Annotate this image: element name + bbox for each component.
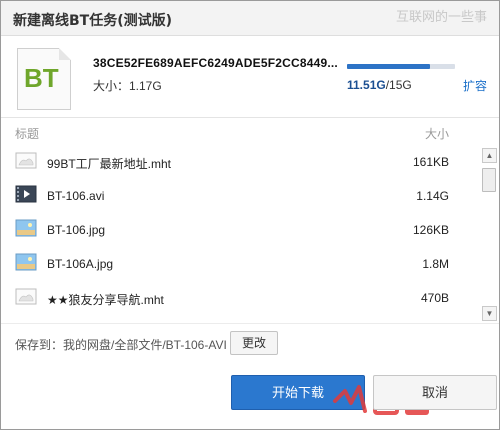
torrent-size: 大小：1.17G bbox=[93, 79, 162, 93]
file-row[interactable]: ★★狼友分享导航.mht 470B bbox=[7, 280, 479, 312]
scroll-down-arrow-icon[interactable]: ▼ bbox=[482, 306, 497, 321]
image-file-icon bbox=[15, 219, 37, 237]
file-name: BT-106.jpg bbox=[47, 223, 106, 237]
file-name: BT-106A.jpg bbox=[47, 257, 114, 271]
quota-text: 11.51G/15G bbox=[347, 78, 412, 92]
video-file-icon bbox=[15, 185, 37, 203]
file-row[interactable]: BT-106.jpg 126KB bbox=[7, 212, 479, 246]
quota-used: 11.51G bbox=[347, 78, 386, 92]
file-size: 470B bbox=[420, 291, 449, 305]
file-row[interactable]: BT-106.avi 1.14G bbox=[7, 178, 479, 212]
file-row[interactable]: 99BT工厂最新地址.mht 161KB bbox=[7, 144, 479, 178]
file-size: 126KB bbox=[412, 223, 449, 237]
dialog-titlebar: 新建离线BT任务(测试版) 互联网的一些事 bbox=[1, 1, 499, 36]
quota-total: /15G bbox=[385, 78, 412, 92]
save-location-row: 保存到： 我的网盘/全部文件/BT-106-AVI 更改 bbox=[1, 323, 499, 358]
bt-icon-label: BT bbox=[24, 63, 59, 93]
change-location-button[interactable]: 更改 bbox=[230, 331, 278, 355]
file-list-scrollbar[interactable]: ▲ ▼ bbox=[482, 148, 497, 322]
scroll-thumb[interactable] bbox=[482, 168, 496, 192]
file-name: BT-106.avi bbox=[47, 189, 105, 203]
expand-storage-link[interactable]: 扩容 bbox=[463, 77, 487, 94]
save-location-label: 保存到： bbox=[15, 338, 64, 352]
quota-progress-bar bbox=[347, 64, 455, 69]
bt-file-icon: BT bbox=[17, 48, 71, 110]
torrent-info: BT 38CE52FE689AEFC6249ADE5F2CC8449... 大小… bbox=[1, 36, 499, 116]
quota-progress-fill bbox=[347, 64, 430, 69]
save-location-path: 我的网盘/全部文件/BT-106-AVI bbox=[63, 338, 227, 352]
file-size: 1.14G bbox=[416, 189, 449, 203]
file-size: 161KB bbox=[412, 155, 449, 169]
dialog-title: 新建离线BT任务(测试版) bbox=[13, 13, 173, 29]
file-row[interactable]: BT-106A.jpg 1.8M bbox=[7, 246, 479, 280]
file-size: 1.8M bbox=[422, 257, 449, 271]
file-list: 99BT工厂最新地址.mht 161KB BT-106.avi 1.14G BT… bbox=[7, 144, 479, 312]
cancel-button[interactable]: 取消 bbox=[373, 375, 497, 410]
watermark-text: 互联网的一些事 bbox=[395, 10, 487, 25]
torrent-hash: 38CE52FE689AEFC6249ADE5F2CC8449... bbox=[93, 56, 338, 70]
column-header-size: 大小 bbox=[425, 127, 450, 141]
column-header-title: 标题 bbox=[15, 127, 40, 141]
file-list-header: 标题 大小 bbox=[1, 117, 499, 144]
file-name: 99BT工厂最新地址.mht bbox=[47, 157, 172, 171]
page-fold-icon bbox=[59, 48, 71, 60]
image-file-icon bbox=[15, 253, 37, 271]
web-page-icon bbox=[15, 288, 37, 305]
file-name: ★★狼友分享导航.mht bbox=[47, 293, 164, 307]
bt-task-dialog: 新建离线BT任务(测试版) 互联网的一些事 BT 38CE52FE689AEFC… bbox=[0, 0, 500, 430]
web-page-icon bbox=[15, 152, 37, 169]
scroll-up-arrow-icon[interactable]: ▲ bbox=[482, 148, 497, 163]
